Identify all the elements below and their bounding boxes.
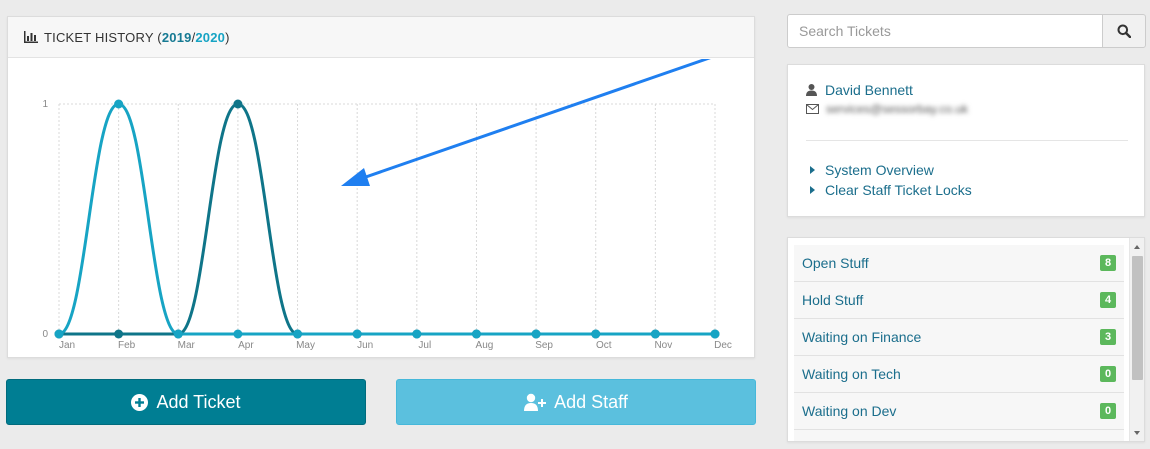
data-point: [591, 329, 601, 339]
clear-staff-ticket-locks-link[interactable]: Clear Staff Ticket Locks: [825, 182, 972, 198]
envelope-icon: [806, 104, 819, 114]
system-overview-link[interactable]: System Overview: [825, 162, 934, 178]
data-point: [293, 329, 303, 339]
status-label: Hold Stuff: [802, 292, 864, 308]
x-tick-label: May: [296, 340, 315, 351]
x-tick-label: Jul: [418, 340, 431, 351]
status-item-hold[interactable]: Hold Stuff 4: [794, 282, 1124, 319]
user-name-link[interactable]: David Bennett: [825, 82, 913, 98]
data-point: [412, 329, 422, 339]
add-staff-button[interactable]: Add Staff: [396, 379, 756, 425]
annotation-arrow-head: [341, 168, 370, 186]
search-input[interactable]: [787, 14, 1103, 48]
add-ticket-button[interactable]: Add Ticket: [6, 379, 366, 425]
scroll-down-icon[interactable]: [1134, 431, 1140, 435]
y-tick-label: 0: [42, 329, 48, 340]
data-point: [114, 99, 124, 109]
data-point: [173, 329, 183, 339]
caret-right-icon: [810, 186, 815, 194]
bar-chart-icon: [24, 31, 38, 43]
x-tick-label: Mar: [178, 340, 196, 351]
search-button[interactable]: [1102, 14, 1146, 48]
year-2019-link[interactable]: 2019: [162, 30, 192, 45]
status-item-dev[interactable]: Waiting on Dev 0: [794, 393, 1124, 430]
x-tick-label: Nov: [654, 340, 672, 351]
status-item-finance[interactable]: Waiting on Finance 3: [794, 319, 1124, 356]
data-point: [233, 329, 243, 339]
ticket-history-header: TICKET HISTORY (2019 / 2020): [8, 17, 754, 58]
data-point: [54, 329, 64, 339]
status-item-tech[interactable]: Waiting on Tech 0: [794, 356, 1124, 393]
scroll-up-icon[interactable]: [1134, 245, 1140, 249]
series-line-1: [57, 102, 717, 336]
chart-title-suffix: ): [225, 29, 230, 45]
status-label: Open Stuff: [802, 255, 869, 271]
status-count-badge: 0: [1100, 403, 1116, 419]
x-tick-label: Oct: [596, 340, 612, 351]
status-count-badge: 4: [1100, 292, 1116, 308]
chart-title-prefix: TICKET HISTORY (: [44, 29, 162, 45]
data-point: [650, 329, 660, 339]
data-point: [233, 99, 243, 109]
x-tick-label: Sep: [535, 340, 553, 351]
annotation-arrow-shaft: [358, 59, 711, 181]
system-overview-row[interactable]: System Overview: [810, 162, 934, 178]
user-name-row: David Bennett: [806, 82, 913, 98]
status-label: Waiting on Tech: [802, 366, 901, 382]
data-point: [114, 329, 124, 339]
x-tick-label: Feb: [118, 340, 136, 351]
status-count-badge: 0: [1100, 366, 1116, 382]
user-icon: [806, 84, 817, 96]
user-email: services@sessorbay.co.uk: [826, 102, 969, 116]
user-panel: David Bennett services@sessorbay.co.uk S…: [787, 64, 1145, 217]
year-2020-link[interactable]: 2020: [195, 30, 225, 45]
x-tick-label: Dec: [714, 340, 732, 351]
ticket-history-chart: 1 0 Jan Feb Mar Apr May Jun Jul Aug Sep Oct Nov Dec: [42, 59, 732, 351]
add-ticket-label: Add Ticket: [156, 391, 241, 412]
y-tick-label: 1: [42, 99, 48, 110]
data-point: [710, 329, 720, 339]
divider: [806, 140, 1128, 141]
x-tick-label: Jan: [59, 340, 75, 351]
ticket-status-list: Open Stuff 8 Hold Stuff 4 Waiting on Fin…: [787, 237, 1145, 442]
x-tick-label: Jun: [357, 340, 373, 351]
scrollbar-thumb[interactable]: [1132, 256, 1143, 380]
data-point: [471, 329, 481, 339]
data-point: [352, 329, 362, 339]
data-point: [531, 329, 541, 339]
status-item-open[interactable]: Open Stuff 8: [794, 245, 1124, 282]
ticket-search: [787, 14, 1146, 48]
status-count-badge: 3: [1100, 329, 1116, 345]
caret-right-icon: [810, 166, 815, 174]
status-count-badge: 8: [1100, 255, 1116, 271]
status-label: Waiting on Dev: [802, 403, 897, 419]
clear-locks-row[interactable]: Clear Staff Ticket Locks: [810, 182, 972, 198]
plus-circle-icon: [131, 393, 149, 411]
x-tick-label: Apr: [238, 340, 254, 351]
x-tick-label: Aug: [476, 340, 494, 351]
user-plus-icon: [524, 393, 547, 411]
status-item-partial[interactable]: [794, 430, 1124, 441]
status-label: Waiting on Finance: [802, 329, 922, 345]
ticket-history-panel: TICKET HISTORY (2019 / 2020) 1 0 Jan Feb Mar…: [7, 16, 755, 358]
status-list-scrollbar[interactable]: [1129, 238, 1144, 441]
add-staff-label: Add Staff: [554, 391, 628, 412]
search-icon: [1117, 24, 1131, 38]
series-line-2: [57, 102, 717, 336]
user-email-row: services@sessorbay.co.uk: [806, 102, 968, 116]
